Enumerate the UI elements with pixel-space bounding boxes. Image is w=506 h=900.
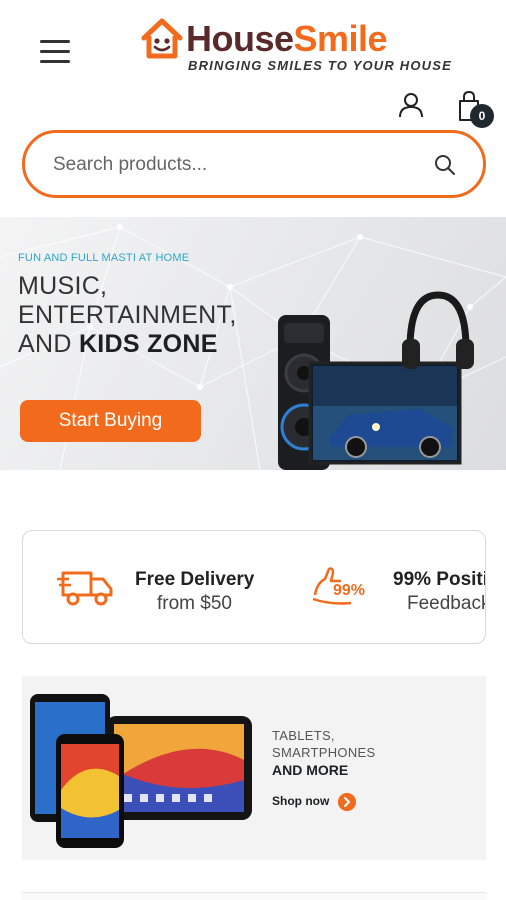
shop-now-link[interactable]: Shop now [272, 794, 329, 812]
feature-positive-feedback: 99% 99% Positive Feedbacks [311, 531, 485, 643]
search-icon[interactable] [433, 153, 457, 177]
feature-subtitle: Feedbacks [407, 593, 485, 614]
start-buying-button[interactable]: Start Buying [20, 400, 201, 442]
feature-title: 99% Positive [393, 569, 485, 590]
banner-headline-line3-bold: KIDS ZONE [78, 330, 218, 358]
delivery-truck-icon [57, 571, 113, 606]
banner-headline-line2: ENTERTAINMENT, [18, 301, 237, 329]
banner-headline-line3-regular: AND [18, 330, 79, 358]
features-strip: Free Delivery from $50 99% 99% Positive … [22, 530, 486, 644]
feature-title: Free Delivery [135, 569, 255, 590]
promo-line3: AND MORE [272, 762, 349, 778]
house-smile-logo-icon [141, 18, 183, 59]
brand-name-part1: House [186, 18, 294, 59]
brand-tagline: BRINGING SMILES TO YOUR HOUSE [188, 58, 453, 73]
thumbs-up-99-icon: 99% [312, 567, 365, 605]
banner-headline-line3: AND KIDS ZONE [18, 329, 218, 359]
promo-line2: SMARTPHONES [272, 745, 376, 760]
promo-tablets-card[interactable]: TABLETS, SMARTPHONES AND MORE Shop now [22, 676, 486, 860]
promo-line1: TABLETS, [272, 728, 335, 743]
feature-free-delivery: Free Delivery from $50 [57, 531, 307, 643]
feedback-percent-badge: 99% [333, 582, 365, 599]
hero-banner: FUN AND FULL MASTI AT HOME MUSIC, ENTERT… [0, 217, 506, 470]
user-icon[interactable] [398, 92, 424, 118]
banner-product-image [278, 291, 474, 470]
banner-eyebrow: FUN AND FULL MASTI AT HOME [18, 252, 190, 264]
hamburger-menu-icon[interactable] [40, 40, 72, 66]
brand-name: HouseSmile [186, 18, 388, 60]
cart-count-badge: 0 [470, 104, 494, 128]
feature-subtitle: from $50 [157, 593, 232, 614]
brand-logo[interactable]: HouseSmile BRINGING SMILES TO YOUR HOUSE [140, 14, 460, 76]
search-bar [22, 130, 486, 198]
app-screen: HouseSmile BRINGING SMILES TO YOUR HOUSE… [0, 0, 506, 900]
banner-headline-line1: MUSIC, [18, 272, 108, 300]
chevron-right-circle-icon[interactable] [338, 793, 356, 811]
search-input[interactable] [53, 151, 413, 179]
brand-name-part2: Smile [293, 18, 388, 59]
header: HouseSmile BRINGING SMILES TO YOUR HOUSE… [0, 0, 506, 128]
next-section-card [22, 892, 486, 900]
tablets-smartphones-image [30, 694, 252, 848]
